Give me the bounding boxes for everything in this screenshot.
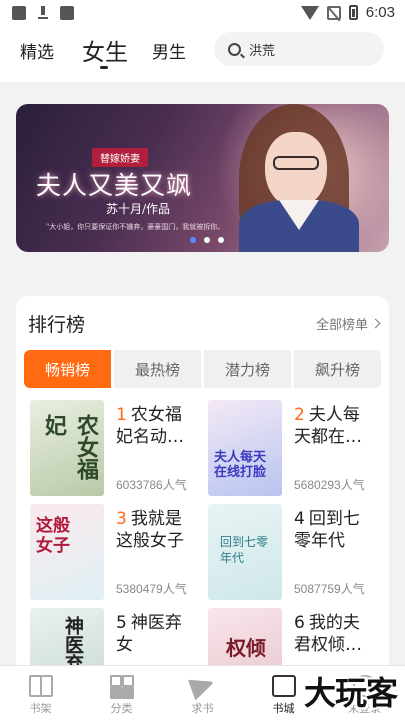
- banner-tag: 替嫁娇妻: [92, 148, 148, 167]
- ranking-tabs: 畅销榜 最热榜 潜力榜 飙升榜: [24, 350, 381, 388]
- book-cover-title: 农女福妃: [41, 414, 99, 480]
- watermark: 大玩客: [303, 674, 398, 712]
- promo-banner[interactable]: 替嫁娇妻 夫人又美又飒 苏十月/作品 "大小姐，你只要保证你不嫌弃，豪豪国门，我…: [16, 104, 389, 252]
- banner-character-glasses: [273, 156, 319, 170]
- book-popularity: 5380479人气: [116, 582, 187, 596]
- battery-icon: [348, 5, 358, 20]
- book-cover-title: 这般女子: [36, 516, 70, 556]
- all-rankings-label: 全部榜单: [315, 318, 368, 333]
- ranking-tab-rising[interactable]: 飙升榜: [294, 350, 381, 388]
- ranking-title: 排行榜: [28, 314, 86, 336]
- gallery-notification-icon: [12, 6, 26, 20]
- book-popularity: 6033786人气: [116, 478, 187, 492]
- ranking-card: 排行榜 全部榜单 畅销榜 最热榜 潜力榜 飙升榜 农女福妃 1 农女福妃名动… 6…: [16, 296, 389, 676]
- ranking-tab-potential[interactable]: 潜力榜: [204, 350, 291, 388]
- book-cover: 农女福妃: [30, 400, 104, 496]
- book-cover-title: 夫人每天在线打脸: [214, 450, 267, 480]
- book-title: 4 回到七零年代: [294, 509, 360, 551]
- book-item[interactable]: 回到七零年代 4 回到七零年代 5087759人气: [202, 504, 372, 600]
- banner-dot[interactable]: [218, 237, 224, 243]
- bookstore-icon: [271, 675, 296, 697]
- banner-dot[interactable]: [204, 237, 210, 243]
- request-icon: [187, 671, 218, 701]
- all-rankings-link[interactable]: 全部榜单: [315, 314, 381, 333]
- search-icon: [228, 42, 241, 56]
- wifi-icon: [300, 5, 319, 20]
- no-sim-icon: [326, 5, 341, 20]
- banner-quote: "大小姐，你只要保证你不嫌弃，豪豪国门，我就被拆你。: [46, 223, 225, 231]
- bookshelf-icon: [28, 675, 53, 697]
- book-cover: 夫人每天在线打脸: [208, 400, 282, 496]
- book-item[interactable]: 这般女子 3 我就是这般女子 5380479人气: [24, 504, 194, 600]
- category-icon: [109, 675, 134, 697]
- clock: 6:03: [365, 4, 395, 21]
- chevron-right-icon: [370, 318, 381, 329]
- nav-label: 分类: [110, 702, 133, 715]
- banner-dot[interactable]: [190, 237, 196, 243]
- active-tab-indicator: [100, 66, 108, 69]
- app-notification-icon: [60, 6, 74, 20]
- book-item[interactable]: 农女福妃 1 农女福妃名动… 6033786人气: [24, 400, 194, 496]
- nav-request[interactable]: 求书: [162, 666, 243, 720]
- tab-male[interactable]: 男生: [152, 38, 186, 63]
- book-item[interactable]: 夫人每天在线打脸 2 夫人每天都在… 5680293人气: [202, 400, 372, 496]
- book-title: 3 我就是这般女子: [116, 509, 184, 551]
- book-title: 5 神医弃女: [116, 613, 182, 655]
- book-cover-title: 权倾: [226, 636, 266, 660]
- banner-author: 苏十月/作品: [106, 202, 171, 216]
- tab-female[interactable]: 女生: [82, 33, 128, 67]
- status-bar: 6:03: [0, 0, 405, 28]
- banner-pagination: [190, 237, 224, 243]
- ranking-tab-hottest[interactable]: 最热榜: [114, 350, 201, 388]
- banner-character-face: [265, 132, 327, 208]
- nav-label: 求书: [191, 702, 214, 715]
- top-nav: 精选 女生 男生 洪荒: [0, 28, 405, 82]
- download-notification-icon: [36, 6, 50, 20]
- banner-title: 夫人又美又飒: [36, 171, 193, 200]
- ranking-tab-bestseller[interactable]: 畅销榜: [24, 350, 111, 388]
- book-title: 1 农女福妃名动…: [116, 405, 184, 447]
- book-popularity: 5087759人气: [294, 582, 365, 596]
- nav-bookshelf[interactable]: 书架: [0, 666, 81, 720]
- tab-featured[interactable]: 精选: [20, 38, 54, 63]
- book-cover: 回到七零年代: [208, 504, 282, 600]
- search-query: 洪荒: [249, 43, 276, 59]
- book-cover-title: 回到七零年代: [220, 535, 269, 565]
- book-cover: 这般女子: [30, 504, 104, 600]
- book-title: 2 夫人每天都在…: [294, 405, 362, 447]
- search-bar[interactable]: 洪荒: [214, 32, 384, 66]
- nav-label: 书架: [29, 702, 52, 715]
- nav-label: 书城: [272, 702, 295, 715]
- book-popularity: 5680293人气: [294, 478, 365, 492]
- book-title: 6 我的夫君权倾…: [294, 613, 362, 655]
- nav-category[interactable]: 分类: [81, 666, 162, 720]
